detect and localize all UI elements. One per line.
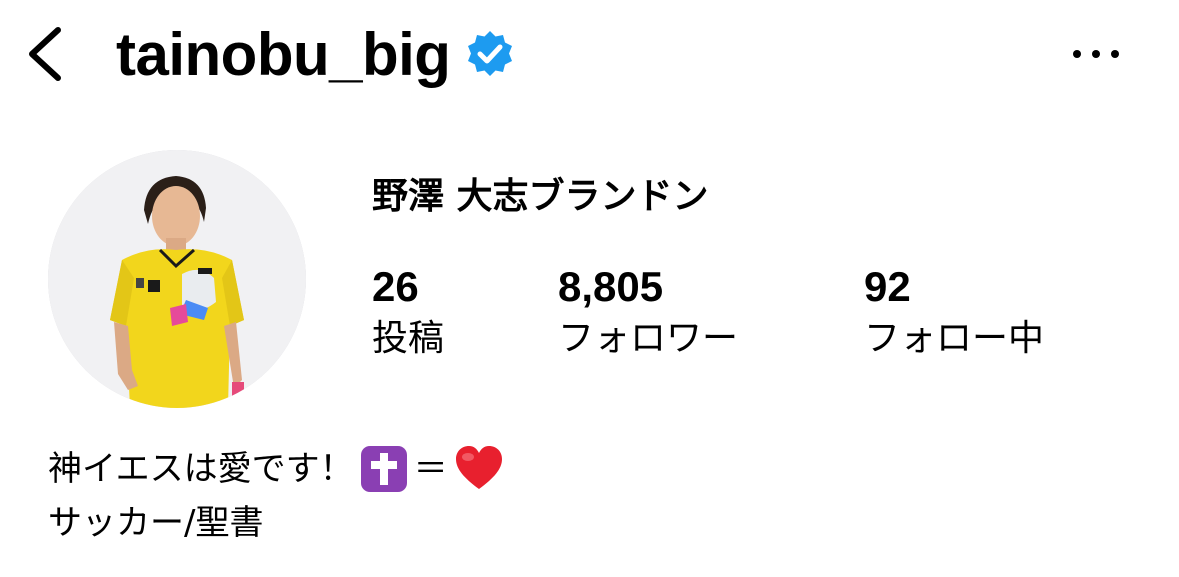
posts-count: 26 xyxy=(372,263,419,310)
more-horizontal-icon xyxy=(1073,50,1119,58)
red-heart-emoji-icon xyxy=(454,445,504,493)
username-title: tainobu_big xyxy=(116,21,451,88)
bio-text-1: 神イエスは愛です！ xyxy=(48,449,354,489)
back-button[interactable] xyxy=(22,24,72,84)
stat-following[interactable]: 92 フォロー中 xyxy=(864,262,1044,364)
stat-followers[interactable]: 8,805 フォロワー xyxy=(558,262,738,364)
chevron-left-icon xyxy=(29,27,61,81)
profile-bio: 神イエスは愛です！ ＝ サッカー/聖書 xyxy=(48,442,504,550)
profile-photo-avatar xyxy=(48,150,306,408)
following-label: フォロー中 xyxy=(864,318,1045,359)
followers-count: 8,805 xyxy=(558,263,664,310)
bio-text-2: サッカー/聖書 xyxy=(48,503,264,543)
more-options-button[interactable] xyxy=(1068,40,1124,68)
following-count: 92 xyxy=(864,263,911,310)
display-name: 野澤 大志ブランドン xyxy=(372,176,709,217)
profile-header: tainobu_big xyxy=(0,0,1179,112)
followers-label: フォロワー xyxy=(558,318,739,359)
verified-badge-icon xyxy=(465,29,515,79)
profile-avatar[interactable] xyxy=(48,150,306,408)
equals-sign: ＝ xyxy=(413,449,448,489)
posts-label: 投稿 xyxy=(372,318,445,359)
latin-cross-emoji-icon xyxy=(360,445,408,493)
stat-posts[interactable]: 26 投稿 xyxy=(372,262,444,364)
bio-line-2: サッカー/聖書 xyxy=(48,496,504,550)
bio-line-1: 神イエスは愛です！ ＝ xyxy=(48,442,504,496)
